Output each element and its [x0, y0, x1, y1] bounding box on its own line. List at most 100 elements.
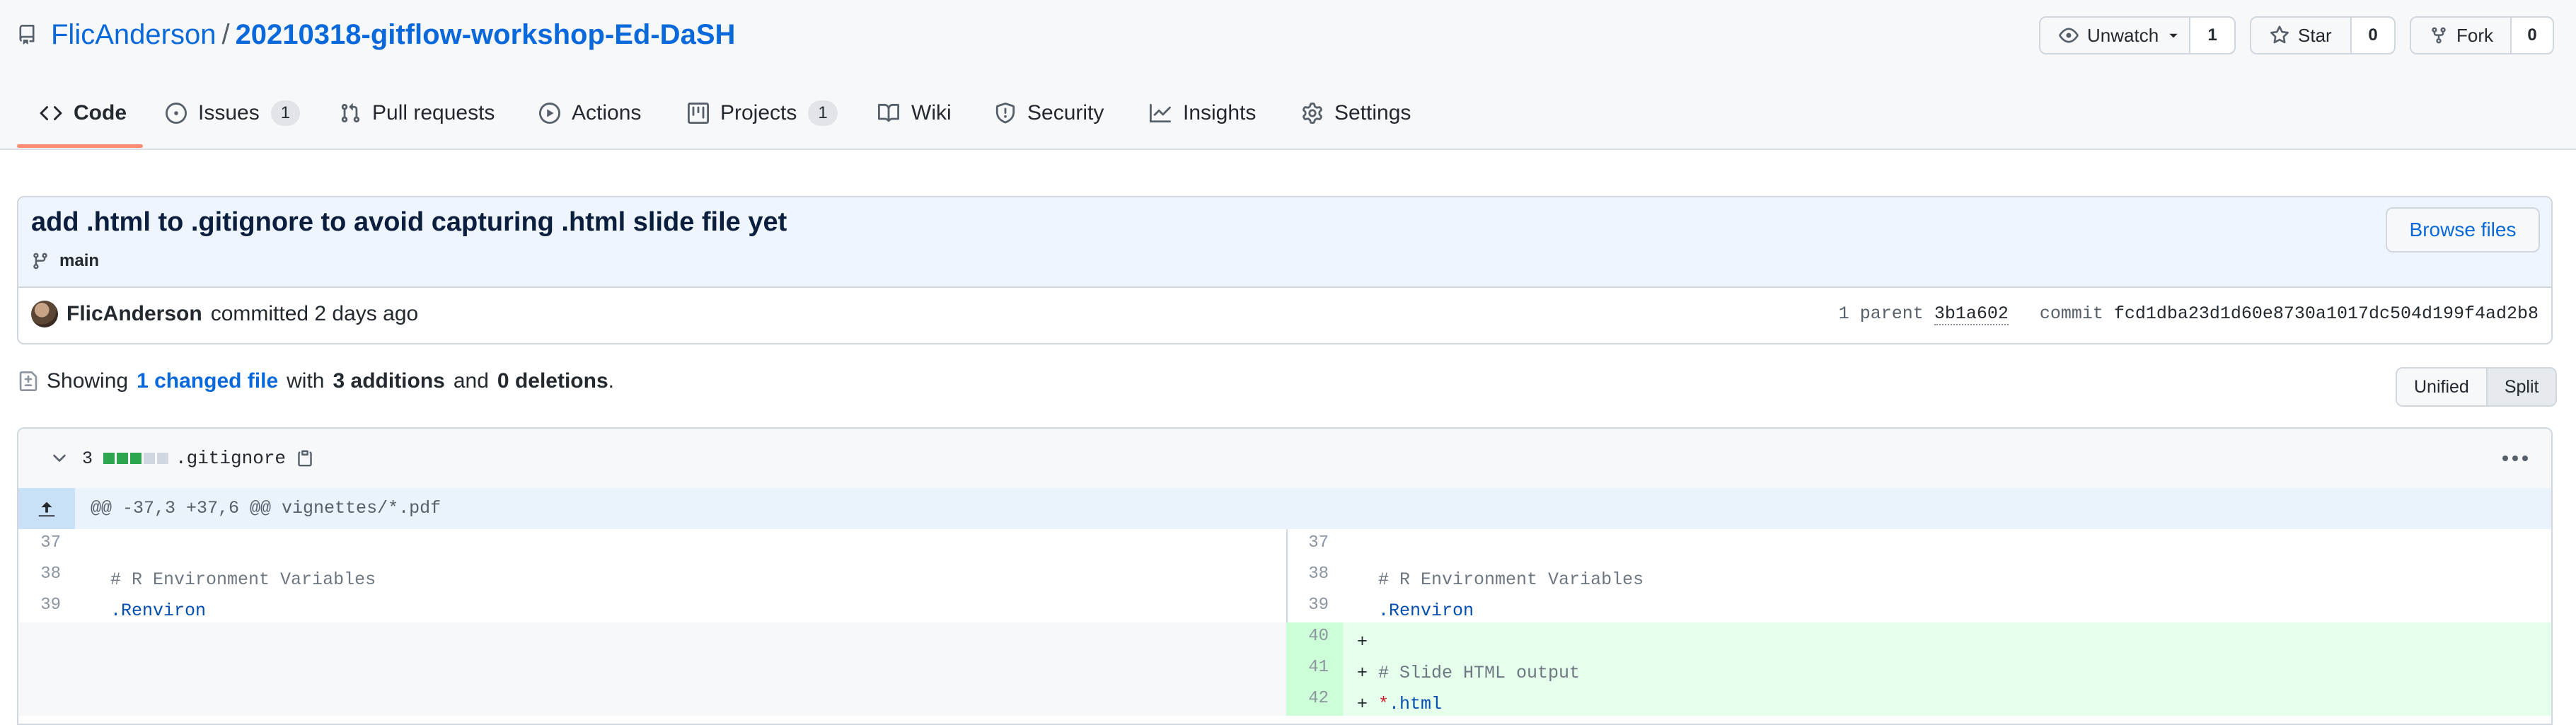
tab-issues-label: Issues — [198, 101, 260, 124]
tab-projects-label: Projects — [720, 101, 797, 124]
line-number[interactable]: 41 — [1286, 654, 1343, 685]
fork-label: Fork — [2456, 24, 2493, 46]
tab-security[interactable]: Security — [995, 92, 1104, 134]
file-change-count: 3 — [82, 448, 93, 469]
book-icon — [877, 103, 900, 124]
commit-meta: 1 parent 3b1a602 commit fcd1dba23d1d60e8… — [1838, 303, 2539, 325]
stars-count[interactable]: 0 — [2352, 18, 2394, 53]
tab-issues[interactable]: Issues 1 — [166, 92, 301, 134]
diff-line-left: 37 — [18, 529, 1288, 560]
tab-security-label: Security — [1027, 101, 1104, 124]
watchers-count[interactable]: 1 — [2190, 18, 2234, 53]
diff-line-empty-left — [18, 685, 1288, 716]
file-options-button[interactable] — [2502, 429, 2529, 488]
context-code-line — [75, 529, 1286, 560]
committed-time: committed 2 days ago — [210, 302, 419, 325]
line-number[interactable]: 39 — [1286, 591, 1343, 622]
context-code-line: # R Environment Variables — [1378, 569, 1644, 590]
code-icon — [40, 102, 62, 124]
context-code-line: .Renviron — [110, 601, 207, 621]
tab-insights-label: Insights — [1183, 101, 1257, 124]
collapse-file-button[interactable] — [50, 429, 69, 488]
tab-insights[interactable]: Insights — [1149, 92, 1256, 134]
eye-icon — [2059, 25, 2079, 45]
issues-counter: 1 — [270, 100, 301, 126]
unwatch-button[interactable]: Unwatch — [2040, 18, 2190, 53]
author-link[interactable]: FlicAnderson — [67, 302, 202, 326]
diff-line-right: 40 + — [1286, 622, 2551, 654]
tab-actions-label: Actions — [572, 101, 642, 124]
avatar[interactable] — [31, 301, 58, 327]
tab-code[interactable]: Code — [40, 92, 127, 134]
diff-line-right: 41 + # Slide HTML output — [1286, 654, 2551, 685]
forks-count[interactable]: 0 — [2512, 18, 2553, 53]
unified-view-button[interactable]: Unified — [2397, 369, 2486, 405]
unwatch-label: Unwatch — [2087, 24, 2159, 46]
repo-separator: / — [221, 19, 230, 50]
tab-settings[interactable]: Settings — [1302, 92, 1411, 134]
line-number[interactable]: 39 — [18, 591, 75, 622]
pull-request-icon — [340, 103, 361, 124]
split-view-button[interactable]: Split — [2485, 369, 2556, 405]
file-diff-icon — [18, 369, 38, 393]
commit-author-row: FlicAnderson committed 2 days ago — [31, 301, 418, 327]
parent-hash-link[interactable]: 3b1a602 — [1934, 303, 2009, 325]
line-number[interactable]: 37 — [1286, 529, 1343, 560]
tab-actions[interactable]: Actions — [539, 92, 641, 134]
repo-owner-link[interactable]: FlicAnderson — [51, 19, 216, 50]
diff-line-right: 37 — [1286, 529, 2551, 560]
parent-label: 1 parent — [1838, 303, 1924, 324]
line-number[interactable]: 38 — [18, 560, 75, 591]
line-number[interactable]: 42 — [1286, 685, 1343, 716]
fold-up-icon — [36, 498, 57, 519]
project-icon — [688, 103, 709, 124]
tab-projects[interactable]: Projects 1 — [688, 92, 838, 134]
context-code-line: # R Environment Variables — [110, 569, 376, 590]
added-code-line: + — [1357, 632, 1379, 652]
tab-wiki[interactable]: Wiki — [877, 92, 952, 134]
branch-icon — [31, 251, 50, 271]
file-diff: 3 .gitignore @@ -37,3 +37,6 @@ vignettes… — [17, 427, 2553, 725]
context-code-line — [1343, 529, 2551, 560]
commit-title: add .html to .gitignore to avoid capturi… — [31, 207, 787, 237]
star-label: Star — [2298, 24, 2332, 46]
diff-line-right: 38 # R Environment Variables — [1286, 560, 2551, 591]
commit-label: commit — [2039, 303, 2103, 324]
repo-icon — [17, 23, 37, 46]
repo-name-link[interactable]: 20210318-gitflow-workshop-Ed-DaSH — [236, 19, 736, 50]
tab-pull-requests-label: Pull requests — [372, 101, 495, 124]
clipboard-icon — [296, 448, 314, 468]
gear-icon — [1302, 103, 1323, 124]
kebab-horizontal-icon — [2502, 455, 2529, 462]
browse-files-button[interactable]: Browse files — [2386, 207, 2540, 253]
projects-counter: 1 — [808, 100, 838, 126]
hunk-header: @@ -37,3 +37,6 @@ vignettes/*.pdf — [91, 498, 441, 518]
fork-icon — [2430, 25, 2448, 45]
diff-left-pane: 37 38 # R Environment Variables 39 .Renvir… — [18, 529, 1288, 724]
summary-with: with — [287, 369, 325, 393]
copy-path-button[interactable] — [296, 429, 314, 488]
diff-summary: Showing 1 changed file with 3 additions … — [18, 369, 614, 393]
diff-line-left: 38 # R Environment Variables — [18, 560, 1288, 591]
commit-hash: fcd1dba23d1d60e8730a1017dc504d199f4ad2b8 — [2113, 303, 2539, 324]
summary-and: and — [453, 369, 489, 393]
branch-indicator[interactable]: main — [31, 251, 99, 271]
line-number[interactable]: 40 — [1286, 622, 1343, 654]
tab-pull-requests[interactable]: Pull requests — [340, 92, 495, 134]
shield-icon — [995, 103, 1016, 124]
graph-icon — [1149, 103, 1172, 124]
line-number[interactable]: 38 — [1286, 560, 1343, 591]
tab-wiki-label: Wiki — [911, 101, 952, 124]
star-button-group: Star 0 — [2250, 16, 2396, 54]
diff-line-empty-left — [18, 622, 1288, 654]
diffstat-block-neutral — [157, 453, 168, 464]
diffstat-bar — [103, 429, 168, 488]
fork-button[interactable]: Fork — [2411, 18, 2512, 53]
file-name[interactable]: .gitignore — [175, 429, 286, 488]
changed-files-link[interactable]: 1 changed file — [137, 369, 278, 393]
line-number[interactable]: 37 — [18, 529, 75, 560]
expand-up-button[interactable] — [18, 488, 75, 529]
context-code-line: .Renviron — [1378, 601, 1474, 621]
issue-icon — [166, 103, 187, 124]
star-button[interactable]: Star — [2251, 18, 2352, 53]
